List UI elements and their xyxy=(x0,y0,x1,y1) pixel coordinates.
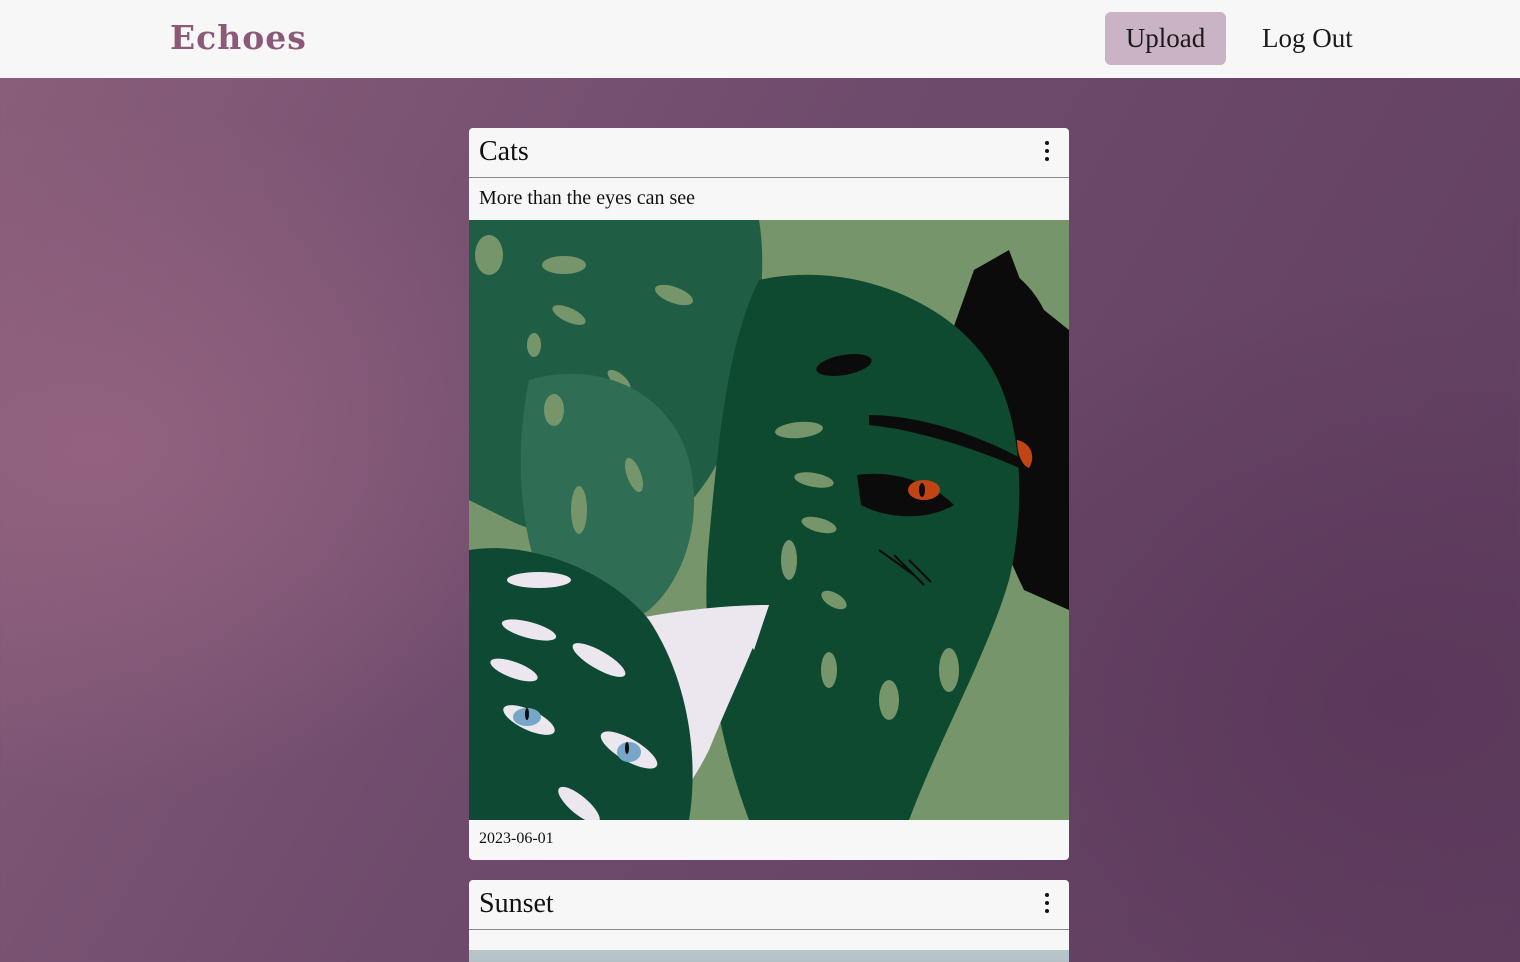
upload-button[interactable]: Upload xyxy=(1105,12,1226,65)
logout-button[interactable]: Log Out xyxy=(1242,12,1373,65)
more-vertical-icon[interactable] xyxy=(1039,141,1055,165)
post-title: Cats xyxy=(479,136,529,167)
post-card: Sunset xyxy=(469,880,1069,962)
more-vertical-icon[interactable] xyxy=(1039,893,1055,917)
top-navbar: Echoes Upload Log Out xyxy=(0,0,1520,78)
post-header: Sunset xyxy=(469,880,1069,930)
post-description: More than the eyes can see xyxy=(479,187,696,209)
post-description xyxy=(469,930,1069,950)
post-image[interactable] xyxy=(469,950,1069,962)
post-card: Cats More than the eyes can see 2023-06-… xyxy=(469,128,1069,860)
post-header: Cats xyxy=(469,128,1069,178)
post-title: Sunset xyxy=(479,888,554,919)
post-date: 2023-06-01 xyxy=(479,830,554,847)
post-image[interactable] xyxy=(469,220,1069,820)
brand-logo[interactable]: Echoes xyxy=(170,18,307,57)
